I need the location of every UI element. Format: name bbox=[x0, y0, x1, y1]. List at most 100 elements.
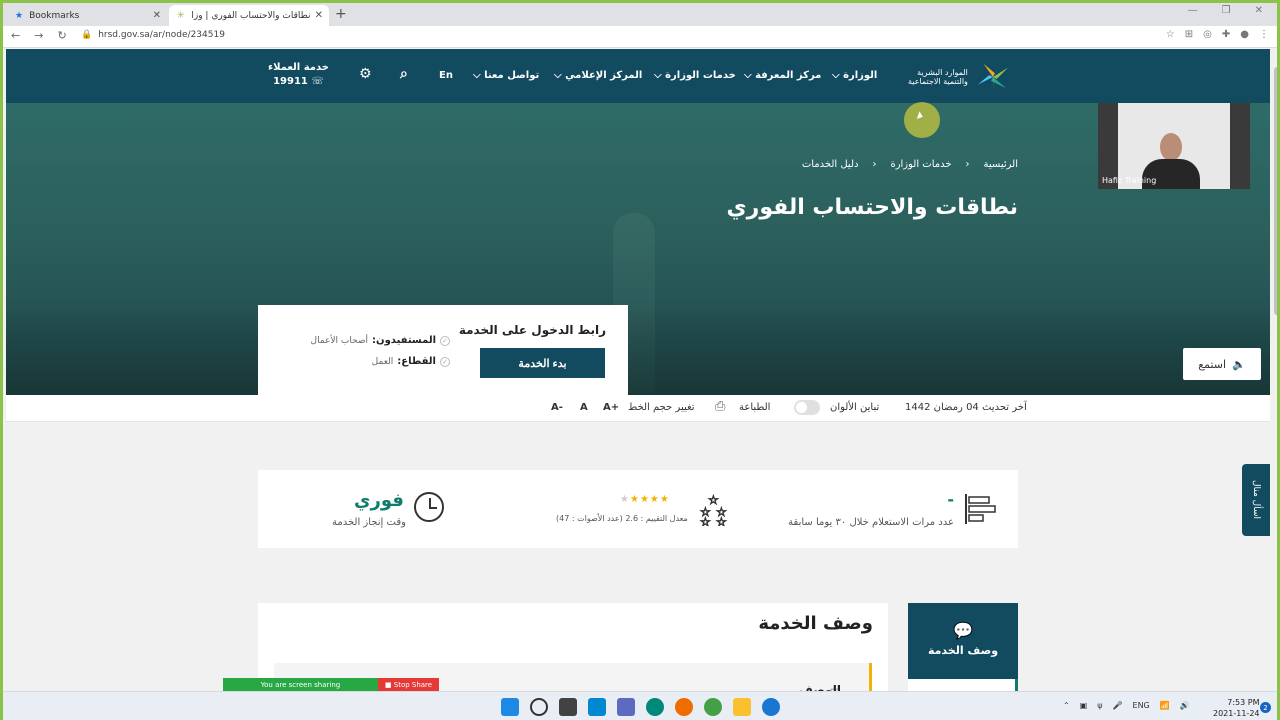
clock-date: 2021-11-24 bbox=[1213, 709, 1260, 718]
search-icon[interactable] bbox=[530, 698, 548, 716]
browser-window: ★ Bookmarks ✕ ✳ نطاقات والاحتساب الفوري … bbox=[0, 0, 1280, 720]
tab-hrsd[interactable]: ✳ نطاقات والاحتساب الفوري | وزارة ا... ✕ bbox=[169, 5, 329, 26]
breadcrumb-home[interactable]: الرئيسية bbox=[984, 159, 1018, 170]
customer-service[interactable]: خدمة العملاء 19911 ☏ bbox=[268, 61, 329, 89]
volume-icon[interactable]: 🔊 bbox=[1180, 701, 1190, 710]
page-toolbar: آخر تحديث 04 رمضان 1442 تباين الألوان ال… bbox=[6, 395, 1270, 422]
new-tab-button[interactable]: + bbox=[335, 6, 347, 22]
search-icon[interactable]: ⌕ bbox=[400, 66, 408, 82]
mic-icon[interactable]: 🎤 bbox=[1113, 701, 1123, 710]
restore-icon[interactable]: ❐ bbox=[1222, 5, 1231, 16]
menu-icon[interactable]: ⋮ bbox=[1259, 29, 1269, 40]
rating-stars[interactable]: ★★★★★ bbox=[620, 494, 670, 505]
firefox-icon[interactable] bbox=[675, 698, 693, 716]
profile-icon[interactable]: ● bbox=[1240, 29, 1249, 40]
city-backdrop bbox=[6, 303, 1270, 395]
hero-banner: الرئيسية ‹ خدمات الوزارة ‹ دليل الخدمات … bbox=[6, 103, 1270, 395]
clock-time: 7:53 PM bbox=[1227, 698, 1260, 707]
font-increase-button[interactable]: A+ bbox=[603, 402, 619, 413]
stop-share-label: Stop Share bbox=[393, 680, 433, 689]
notification-badge[interactable]: 2 bbox=[1260, 702, 1271, 713]
chevron-up-icon[interactable]: ⌃ bbox=[1063, 701, 1070, 710]
stop-share-button[interactable]: ■ Stop Share bbox=[378, 678, 439, 691]
clock-icon bbox=[414, 492, 444, 522]
sidebar-item-label: وصف الخدمة bbox=[927, 644, 999, 657]
rating-star-1[interactable]: ★ bbox=[620, 494, 630, 505]
phone-icon: ☏ bbox=[311, 76, 324, 87]
feedback-tab[interactable]: اسأل منال bbox=[1242, 464, 1270, 536]
rating-star-2[interactable]: ★ bbox=[630, 494, 640, 505]
widgets-icon[interactable] bbox=[588, 698, 606, 716]
printer-icon[interactable]: ⎙ bbox=[715, 399, 725, 414]
page-scrollbar[interactable] bbox=[1271, 49, 1277, 691]
task-view-icon[interactable] bbox=[559, 698, 577, 716]
forward-icon[interactable]: → bbox=[34, 29, 43, 42]
nav-ministry[interactable]: ⌵ الوزارة bbox=[832, 70, 877, 81]
chat-bubble-icon: 💬 bbox=[953, 621, 973, 640]
rating-star-5[interactable]: ★ bbox=[660, 494, 670, 505]
start-menu-icon[interactable] bbox=[501, 698, 519, 716]
bar-chart-icon bbox=[965, 494, 996, 524]
breadcrumb-guide[interactable]: دليل الخدمات bbox=[802, 159, 859, 170]
rating-star-4[interactable]: ★ bbox=[650, 494, 660, 505]
beneficiaries-row: ✓ المستفيدون: أصحاب الأعمال bbox=[311, 335, 450, 346]
contrast-toggle[interactable] bbox=[794, 400, 820, 415]
completion-time-label: وقت إنجاز الخدمة bbox=[332, 517, 406, 528]
completion-time-value: فوري bbox=[354, 490, 404, 511]
sidebar-next-item[interactable] bbox=[908, 679, 1018, 691]
teams-chat-icon[interactable] bbox=[617, 698, 635, 716]
chrome-icon[interactable] bbox=[704, 698, 722, 716]
listen-button[interactable]: استمع 🔈 bbox=[1183, 348, 1261, 380]
scroll-thumb[interactable] bbox=[1274, 67, 1277, 315]
minimize-icon[interactable]: — bbox=[1188, 5, 1198, 16]
puzzle-icon[interactable]: ✚ bbox=[1222, 29, 1230, 40]
ministry-logo[interactable]: الموارد البشرية والتنمية الاجتماعية bbox=[908, 59, 1012, 95]
nav-label: المركز الإعلامي bbox=[565, 70, 643, 81]
logo-line2: والتنمية الاجتماعية bbox=[908, 77, 968, 86]
bookmark-star-icon[interactable]: ☆ bbox=[1166, 29, 1175, 40]
wifi-tray-icon[interactable]: ψ bbox=[1097, 701, 1102, 710]
breadcrumb-services[interactable]: خدمات الوزارة bbox=[890, 159, 951, 170]
close-window-icon[interactable]: ✕ bbox=[1255, 5, 1263, 16]
tab-label: نطاقات والاحتساب الفوري | وزارة ا... bbox=[191, 10, 311, 21]
webcam-overlay[interactable]: Hafiz Training bbox=[1098, 103, 1250, 189]
close-icon[interactable]: ✕ bbox=[315, 10, 323, 21]
tab-bookmarks[interactable]: ★ Bookmarks ✕ bbox=[7, 5, 167, 26]
rating-star-3[interactable]: ★ bbox=[640, 494, 650, 505]
app-tray-icon[interactable]: ▣ bbox=[1080, 701, 1088, 710]
extension-icon[interactable]: ◎ bbox=[1203, 29, 1212, 40]
nav-contact-us[interactable]: ⌵ تواصل معنا bbox=[473, 70, 539, 81]
service-access-card: رابط الدخول على الخدمة بدء الخدمة ✓ المس… bbox=[258, 305, 628, 395]
chevron-left-icon: ‹ bbox=[872, 159, 877, 170]
url-field[interactable]: 🔒 hrsd.gov.sa/ar/node/234519 bbox=[81, 30, 225, 40]
input-language[interactable]: ENG bbox=[1133, 701, 1150, 710]
mouse-cursor-highlight bbox=[904, 102, 940, 138]
translate-icon[interactable]: ⊞ bbox=[1185, 29, 1193, 40]
font-decrease-button[interactable]: A- bbox=[551, 402, 563, 413]
sector-value: العمل bbox=[371, 356, 394, 367]
chevron-left-icon: ‹ bbox=[965, 159, 970, 170]
nav-media-center[interactable]: ⌵ المركز الإعلامي bbox=[554, 70, 642, 81]
back-icon[interactable]: ← bbox=[11, 29, 20, 42]
system-clock[interactable]: 7:53 PM 2021-11-24 bbox=[1213, 697, 1260, 719]
language-switch[interactable]: En bbox=[439, 70, 453, 81]
nav-knowledge-center[interactable]: ⌵ مركز المعرفة bbox=[744, 70, 821, 81]
file-explorer-icon[interactable] bbox=[733, 698, 751, 716]
palm-logo-icon bbox=[977, 63, 1009, 93]
font-normal-button[interactable]: A bbox=[580, 402, 588, 413]
url-text: hrsd.gov.sa/ar/node/234519 bbox=[98, 30, 225, 40]
print-label[interactable]: الطباعة bbox=[739, 402, 770, 413]
edge-icon[interactable] bbox=[646, 698, 664, 716]
sidebar-item-description[interactable]: 💬 وصف الخدمة bbox=[908, 603, 1018, 679]
start-service-button[interactable]: بدء الخدمة bbox=[480, 348, 605, 378]
nav-ministry-services[interactable]: ⌵ خدمات الوزارة bbox=[654, 70, 736, 81]
gear-icon[interactable]: ⚙ bbox=[359, 66, 372, 82]
reload-icon[interactable]: ↻ bbox=[57, 29, 66, 42]
network-icon[interactable]: 📶 bbox=[1160, 701, 1170, 710]
zoom-icon[interactable] bbox=[762, 698, 780, 716]
listen-label: استمع bbox=[1198, 357, 1227, 371]
screen-share-bar: You are screen sharing ■ Stop Share bbox=[223, 678, 439, 691]
close-icon[interactable]: ✕ bbox=[153, 10, 161, 21]
queries-label: عدد مرات الاستعلام خلال ٣٠ يوما سابقة bbox=[788, 517, 954, 528]
breadcrumb: الرئيسية ‹ خدمات الوزارة ‹ دليل الخدمات bbox=[802, 159, 1018, 170]
